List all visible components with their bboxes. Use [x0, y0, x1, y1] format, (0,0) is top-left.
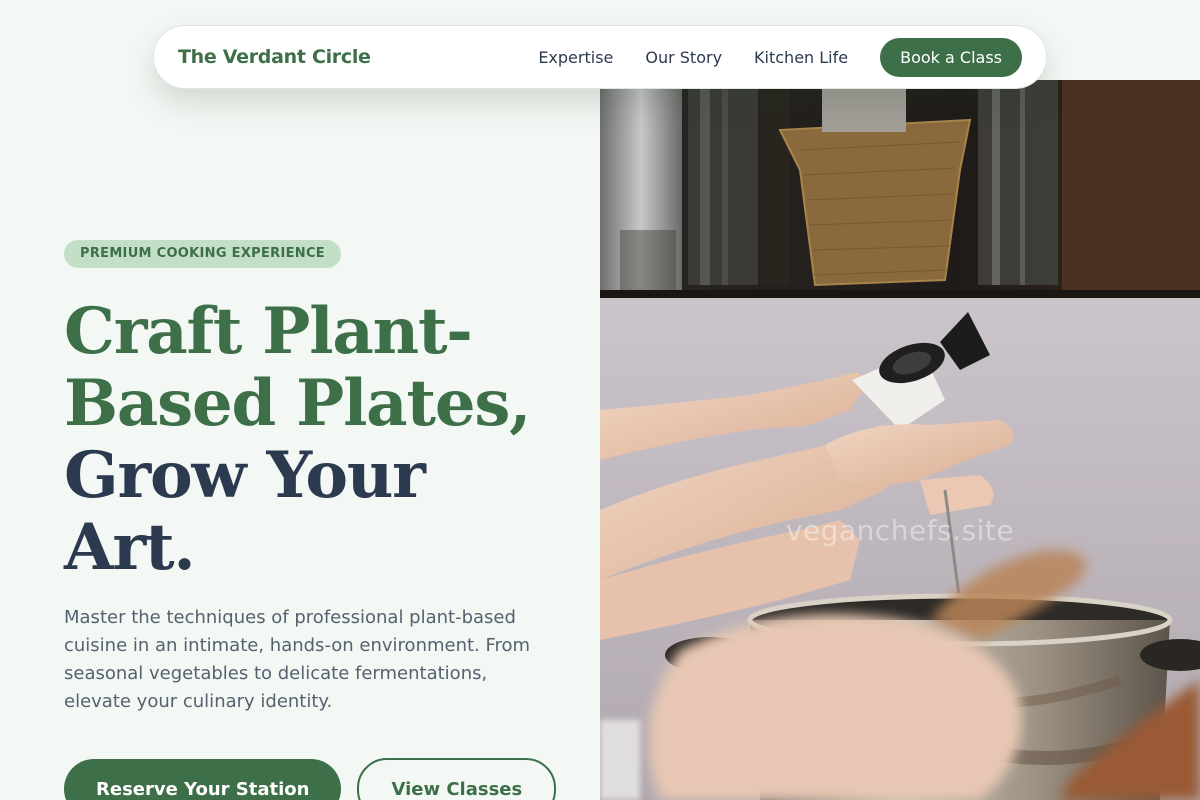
reserve-station-button[interactable]: Reserve Your Station	[64, 759, 342, 800]
book-class-button[interactable]: Book a Class	[880, 37, 1022, 77]
nav-link-our-story[interactable]: Our Story	[645, 48, 722, 67]
headline-line-3: Grow Your	[64, 438, 426, 513]
hero-actions: Reserve Your Station View Classes	[64, 758, 564, 800]
experience-badge: PREMIUM COOKING EXPERIENCE	[64, 240, 341, 268]
hero-section: veganchefs.site The Verdant Circle Exper…	[0, 0, 1200, 800]
nav-link-kitchen-life[interactable]: Kitchen Life	[754, 48, 848, 67]
view-classes-button[interactable]: View Classes	[357, 758, 557, 800]
headline-line-1: Craft Plant-	[64, 294, 473, 369]
hero-description: Master the techniques of professional pl…	[64, 607, 531, 712]
brand-logo[interactable]: The Verdant Circle	[178, 46, 371, 68]
headline-line-4: Art.	[64, 510, 196, 585]
hero-photo: veganchefs.site	[600, 80, 1200, 800]
nav-links: Expertise Our Story Kitchen Life Book a …	[538, 37, 1022, 77]
hero-headline: Craft Plant- Based Plates, Grow Your Art…	[64, 296, 564, 584]
headline-line-2: Based Plates,	[64, 366, 531, 441]
hero-content: PREMIUM COOKING EXPERIENCE Craft Plant- …	[64, 240, 564, 800]
cooking-photo-illustration	[600, 80, 1200, 800]
top-navigation: The Verdant Circle Expertise Our Story K…	[153, 25, 1047, 89]
nav-link-expertise[interactable]: Expertise	[538, 48, 613, 67]
watermark-text: veganchefs.site	[785, 514, 1015, 547]
